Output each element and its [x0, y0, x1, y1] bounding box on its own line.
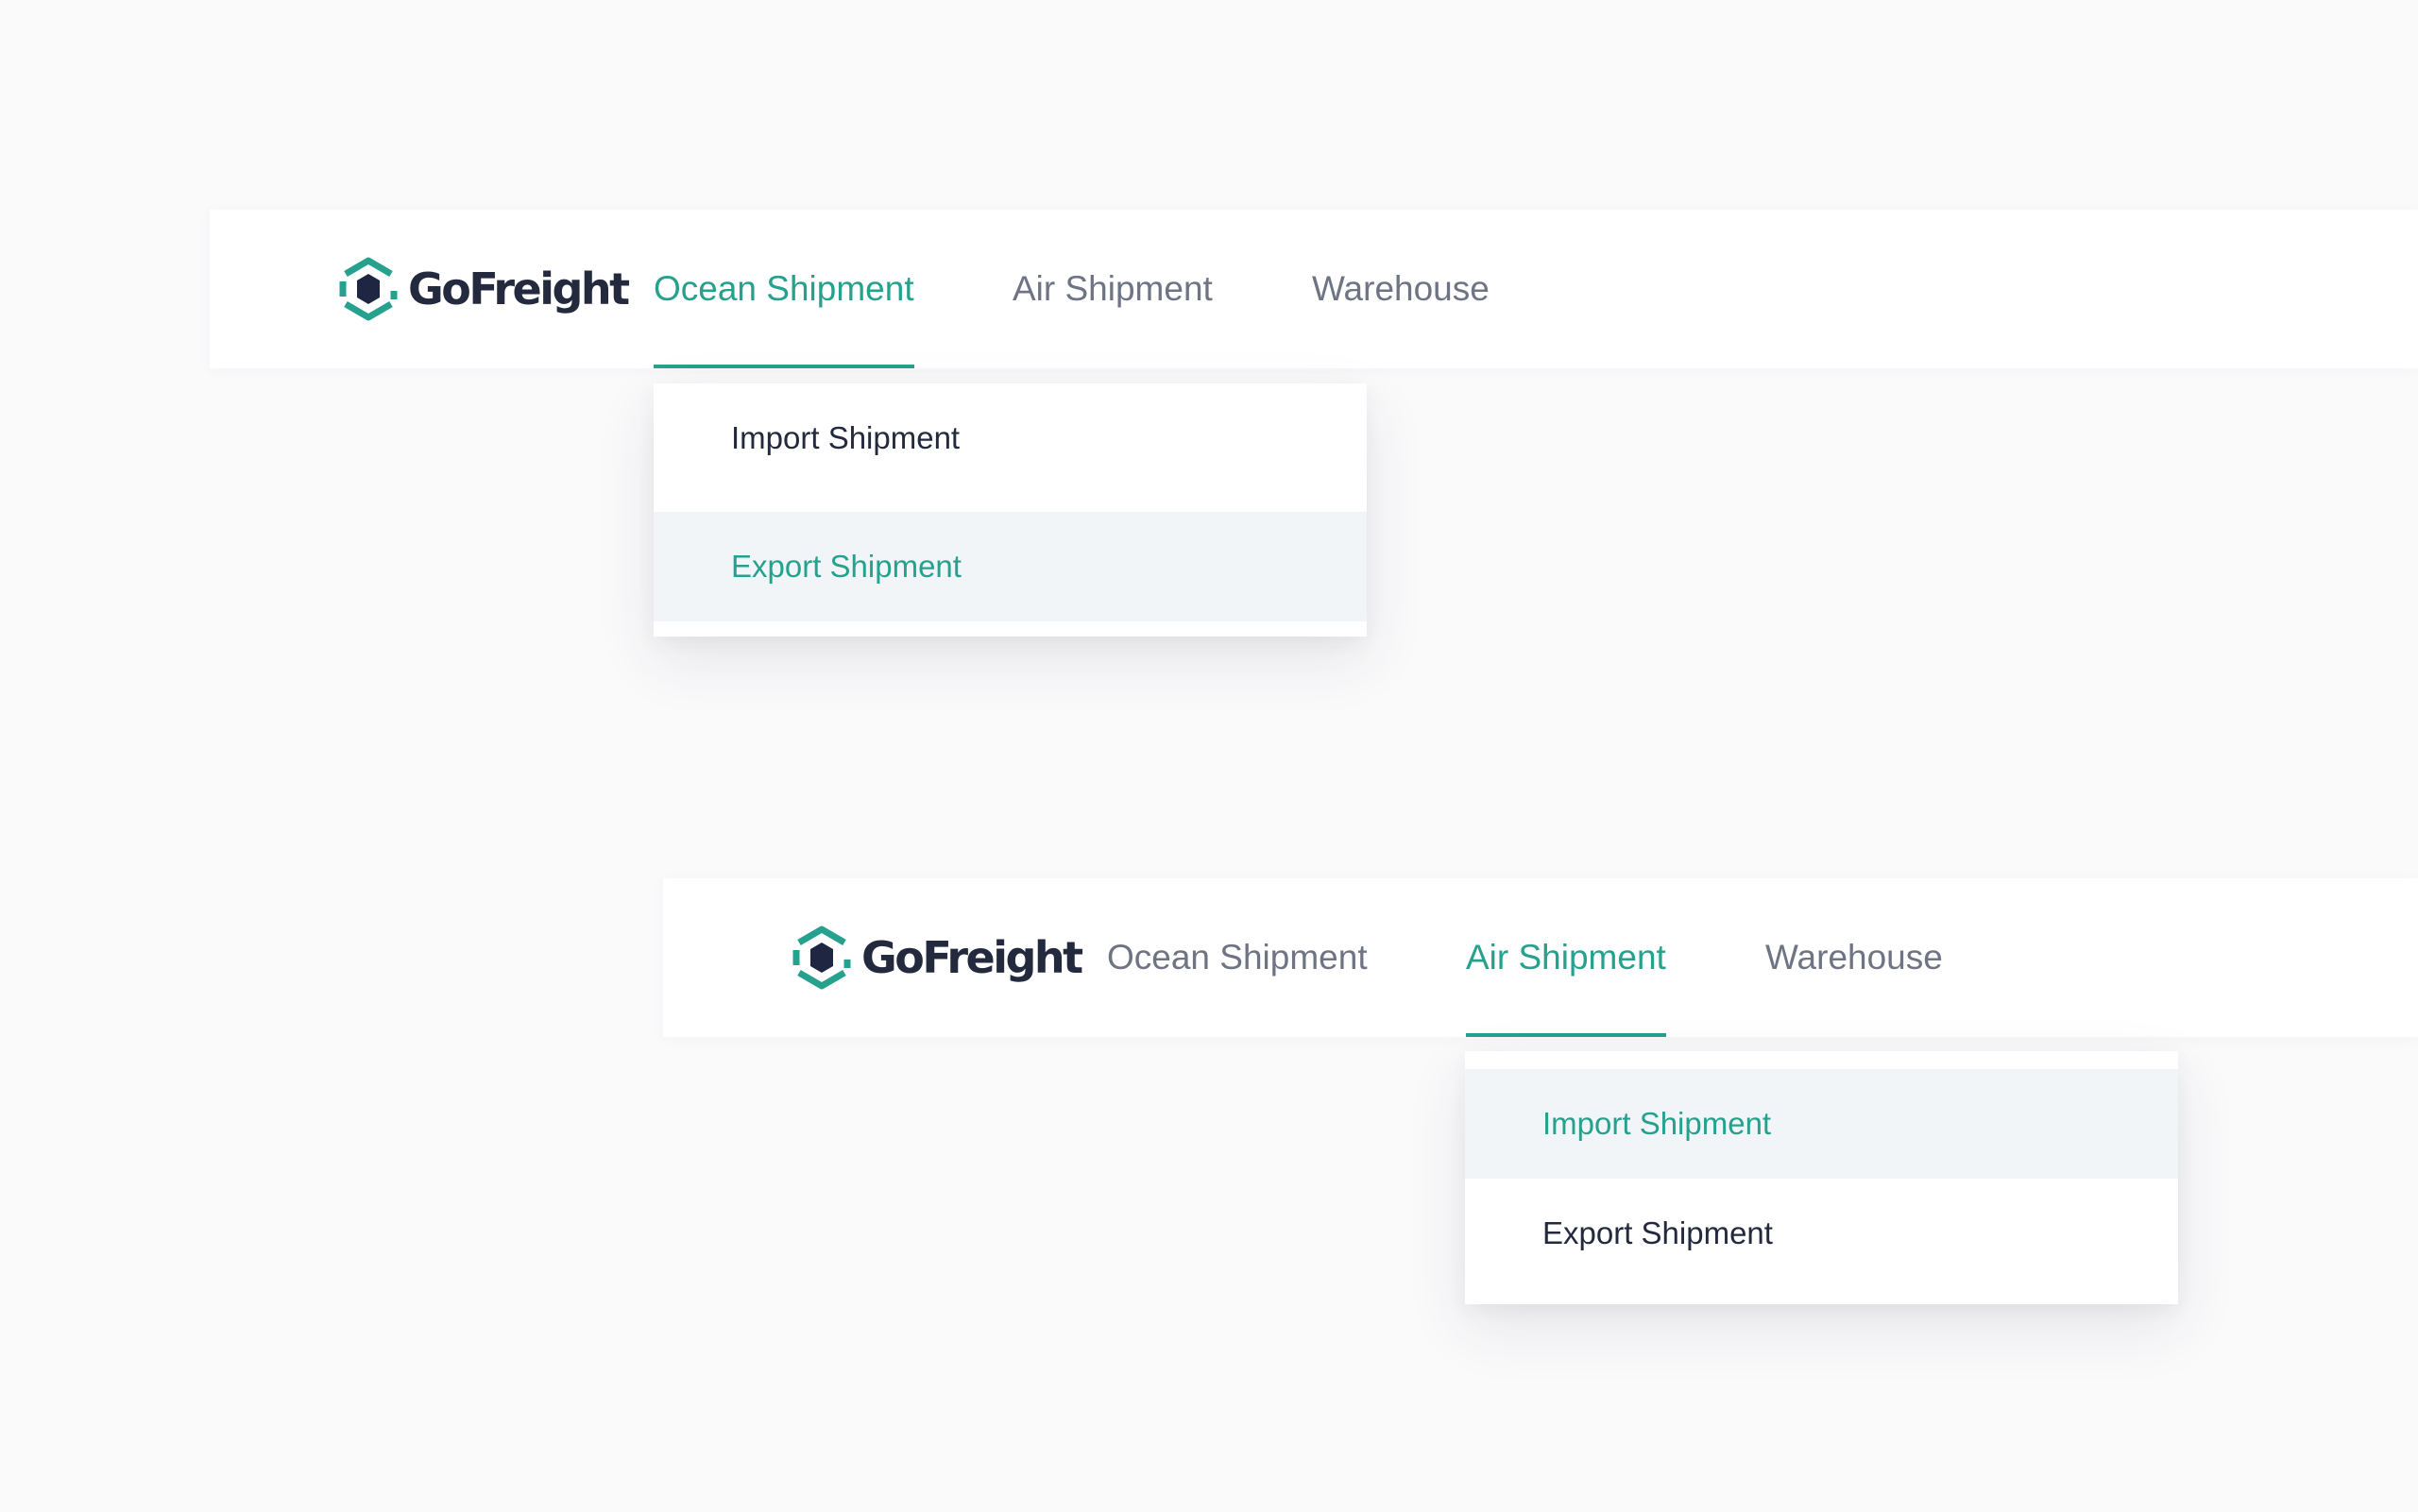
menu-item-export-shipment[interactable]: Export Shipment [654, 512, 1367, 621]
nav-item-label: Air Shipment [1466, 938, 1666, 977]
nav-item-label: Ocean Shipment [654, 269, 914, 308]
nav-item-label: Warehouse [1312, 269, 1490, 308]
nav-item-warehouse[interactable]: Warehouse [1312, 210, 1490, 368]
logo-text: GoFreight [861, 932, 1083, 983]
menu-item-label: Import Shipment [731, 420, 961, 455]
menu-item-label: Export Shipment [731, 549, 962, 584]
menu-item-label: Export Shipment [1542, 1215, 1773, 1250]
nav-item-ocean-shipment[interactable]: Ocean Shipment [654, 210, 914, 368]
navbar-ocean-open: GoFreight Ocean Shipment Air Shipment Wa… [210, 210, 2418, 368]
dropdown-menu-air: Import Shipment Export Shipment [1465, 1051, 2178, 1304]
logo[interactable]: GoFreight [338, 251, 630, 327]
navbar-air-open: GoFreight Ocean Shipment Air Shipment Wa… [663, 878, 2418, 1037]
menu-item-label: Import Shipment [1542, 1106, 1772, 1141]
nav-item-air-shipment[interactable]: Air Shipment [1466, 878, 1666, 1037]
nav-item-label: Ocean Shipment [1107, 938, 1368, 977]
logo[interactable]: GoFreight [792, 920, 1083, 995]
logo-text: GoFreight [408, 263, 630, 314]
nav-item-warehouse[interactable]: Warehouse [1765, 878, 1943, 1037]
menu-item-import-shipment[interactable]: Import Shipment [654, 383, 1367, 493]
menu-item-import-shipment[interactable]: Import Shipment [1465, 1069, 2178, 1179]
gofreight-logo-icon [339, 257, 398, 321]
active-underline [654, 365, 914, 368]
menu-item-export-shipment[interactable]: Export Shipment [1465, 1179, 2178, 1288]
nav-item-label: Warehouse [1765, 938, 1943, 977]
nav-item-air-shipment[interactable]: Air Shipment [1013, 210, 1213, 368]
active-underline [1466, 1033, 1666, 1037]
gofreight-logo-icon [792, 926, 851, 990]
scene: GoFreight Ocean Shipment Air Shipment Wa… [0, 0, 2418, 1512]
nav-item-ocean-shipment[interactable]: Ocean Shipment [1107, 878, 1368, 1037]
dropdown-menu-ocean: Import Shipment Export Shipment [654, 383, 1367, 637]
nav-item-label: Air Shipment [1013, 269, 1213, 308]
